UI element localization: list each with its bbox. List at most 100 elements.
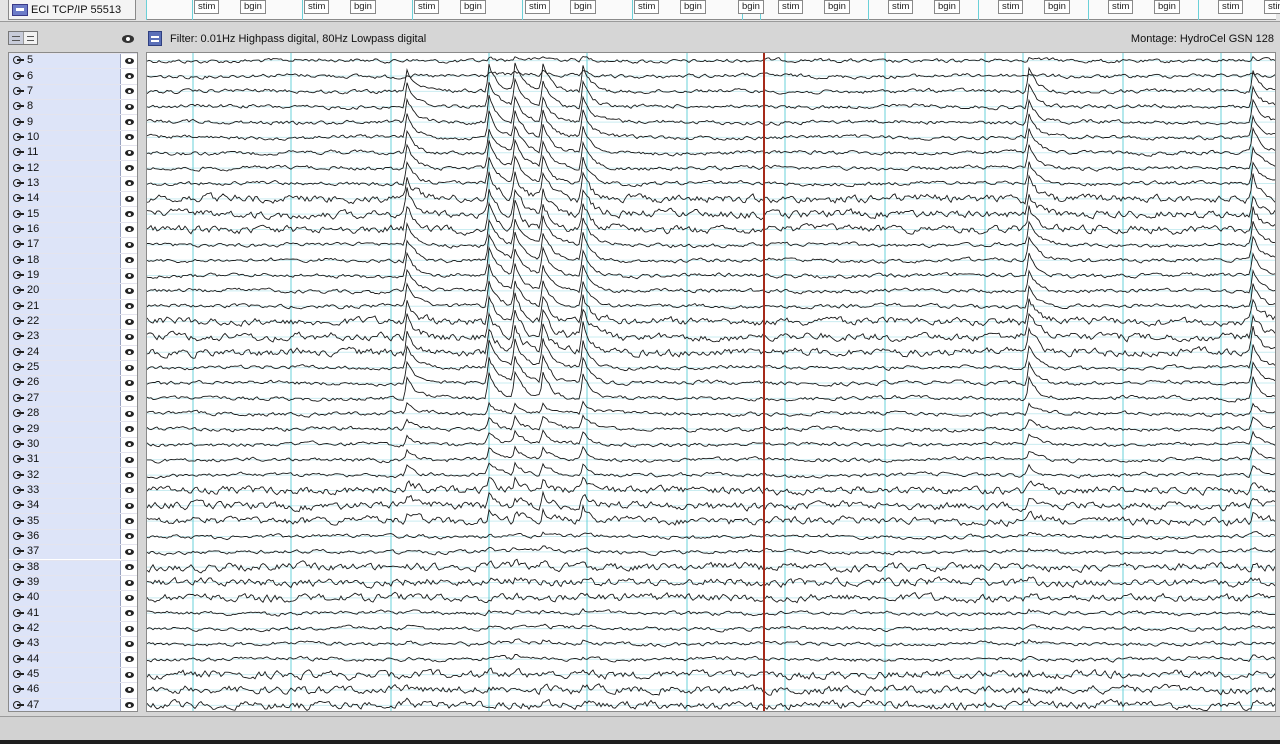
channel-name-cell[interactable]: 43	[9, 636, 121, 652]
channel-list[interactable]: 5 6 7 8 9 10 11 12 13 14 15 16 17 18 19 20 21 22 23 24 25 26 2…	[8, 52, 138, 712]
channel-name-cell[interactable]: 15	[9, 206, 121, 222]
channel-visibility-eye-icon[interactable]	[125, 702, 134, 709]
channel-name-cell[interactable]: 8	[9, 99, 121, 115]
channel-name-cell[interactable]: 20	[9, 283, 121, 299]
channel-visibility-eye-icon[interactable]	[125, 640, 134, 647]
channel-row[interactable]: 22	[9, 313, 137, 330]
channel-visibility-eye-icon[interactable]	[125, 610, 134, 617]
channel-row[interactable]: 43	[9, 636, 137, 652]
channel-row[interactable]: 35	[9, 513, 137, 529]
event-flag-bgin[interactable]: bgin	[934, 0, 960, 14]
channel-row[interactable]: 16	[9, 221, 137, 238]
channel-name-cell[interactable]: 46	[9, 682, 121, 698]
channel-name-cell[interactable]: 30	[9, 436, 121, 453]
event-flag-bgin[interactable]: bgin	[824, 0, 850, 14]
channel-name-cell[interactable]: 26	[9, 375, 121, 391]
channel-name-cell[interactable]: 22	[9, 313, 121, 330]
channel-name-cell[interactable]: 27	[9, 390, 121, 406]
channel-name-cell[interactable]: 38	[9, 559, 121, 575]
event-flag-stim[interactable]: stim	[634, 0, 660, 14]
channel-row[interactable]: 27	[9, 390, 137, 406]
filter-settings-icon[interactable]	[148, 31, 162, 46]
channel-visibility-eye-icon[interactable]	[125, 456, 134, 463]
channel-row[interactable]: 29	[9, 421, 137, 437]
channel-visibility-eye-icon[interactable]	[125, 487, 134, 494]
channel-row[interactable]: 38	[9, 559, 137, 575]
event-flag-bgin[interactable]: bgin	[1044, 0, 1070, 14]
channel-visibility-eye-icon[interactable]	[125, 241, 134, 248]
list-view-icon[interactable]	[24, 32, 38, 44]
source-selector[interactable]: ECI TCP/IP 55513	[8, 0, 136, 20]
channel-visibility-eye-icon[interactable]	[125, 379, 134, 386]
channel-row[interactable]: 12	[9, 160, 137, 176]
channel-row[interactable]: 13	[9, 175, 137, 192]
channel-visibility-eye-icon[interactable]	[125, 594, 134, 601]
event-flag-bgin[interactable]: bgin	[1154, 0, 1180, 14]
event-flag-stim[interactable]: stim	[778, 0, 804, 14]
channel-row[interactable]: 37	[9, 544, 137, 560]
channel-name-cell[interactable]: 21	[9, 298, 121, 314]
channel-visibility-eye-icon[interactable]	[125, 364, 134, 371]
event-flag-stim[interactable]: stim	[194, 0, 220, 14]
channel-visibility-eye-icon[interactable]	[125, 533, 134, 540]
channel-name-cell[interactable]: 41	[9, 605, 121, 621]
channel-visibility-eye-icon[interactable]	[125, 195, 134, 202]
event-flag-bgin[interactable]: bgin	[570, 0, 596, 14]
channel-name-cell[interactable]: 39	[9, 574, 121, 591]
channel-visibility-eye-icon[interactable]	[125, 134, 134, 141]
channel-visibility-eye-icon[interactable]	[125, 211, 134, 218]
channel-name-cell[interactable]: 7	[9, 83, 121, 100]
channel-visibility-eye-icon[interactable]	[125, 441, 134, 448]
channel-name-cell[interactable]: 13	[9, 175, 121, 192]
channel-visibility-eye-icon[interactable]	[125, 686, 134, 693]
channel-visibility-eye-icon[interactable]	[125, 57, 134, 64]
channel-name-cell[interactable]: 23	[9, 329, 121, 345]
event-flag-stim[interactable]: stim	[1218, 0, 1244, 14]
channel-row[interactable]: 14	[9, 191, 137, 207]
channel-visibility-eye-icon[interactable]	[125, 472, 134, 479]
channel-name-cell[interactable]: 28	[9, 406, 121, 422]
channel-row[interactable]: 26	[9, 375, 137, 391]
channel-visibility-eye-icon[interactable]	[125, 318, 134, 325]
channel-row[interactable]: 20	[9, 283, 137, 299]
channel-row[interactable]: 6	[9, 68, 137, 84]
channel-name-cell[interactable]: 42	[9, 620, 121, 637]
channel-row[interactable]: 46	[9, 682, 137, 698]
channel-row[interactable]: 33	[9, 482, 137, 499]
channel-row[interactable]: 42	[9, 620, 137, 637]
channel-visibility-eye-icon[interactable]	[125, 502, 134, 509]
event-flag-stim[interactable]: stim	[304, 0, 330, 14]
event-flag-stim[interactable]: stim	[525, 0, 551, 14]
event-flag-bgin[interactable]: bgin	[680, 0, 706, 14]
channel-row[interactable]: 11	[9, 145, 137, 161]
channel-row[interactable]: 31	[9, 452, 137, 468]
channel-visibility-eye-icon[interactable]	[125, 287, 134, 294]
channel-row[interactable]: 5	[9, 53, 137, 69]
channel-visibility-eye-icon[interactable]	[125, 303, 134, 310]
channel-visibility-eye-icon[interactable]	[125, 180, 134, 187]
channel-name-cell[interactable]: 5	[9, 53, 121, 69]
channel-row[interactable]: 10	[9, 129, 137, 146]
channel-name-cell[interactable]: 37	[9, 544, 121, 560]
channel-row[interactable]: 23	[9, 329, 137, 345]
channel-name-cell[interactable]: 24	[9, 344, 121, 360]
channel-name-cell[interactable]: 45	[9, 666, 121, 683]
event-flag-stim[interactable]: stim	[1264, 0, 1280, 14]
channel-name-cell[interactable]: 33	[9, 482, 121, 499]
channel-name-cell[interactable]: 17	[9, 237, 121, 253]
channel-row[interactable]: 30	[9, 436, 137, 453]
channel-visibility-eye-icon[interactable]	[125, 165, 134, 172]
channel-name-cell[interactable]: 29	[9, 421, 121, 437]
channel-row[interactable]: 34	[9, 498, 137, 514]
channel-name-cell[interactable]: 11	[9, 145, 121, 161]
channel-visibility-eye-icon[interactable]	[125, 656, 134, 663]
channel-visibility-eye-icon[interactable]	[125, 226, 134, 233]
channel-name-cell[interactable]: 14	[9, 191, 121, 207]
event-flag-bgin[interactable]: bgin	[738, 0, 764, 14]
channel-name-cell[interactable]: 10	[9, 129, 121, 146]
channel-visibility-eye-icon[interactable]	[125, 272, 134, 279]
channel-row[interactable]: 32	[9, 467, 137, 483]
channel-row[interactable]: 24	[9, 344, 137, 360]
event-flag-stim[interactable]: stim	[998, 0, 1024, 14]
channel-row[interactable]: 18	[9, 252, 137, 268]
